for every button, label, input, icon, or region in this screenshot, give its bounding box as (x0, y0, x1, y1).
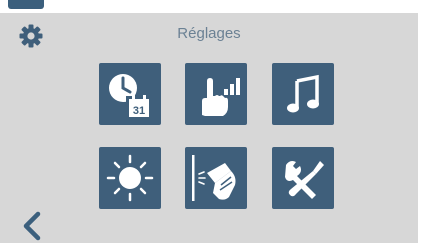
clock-calendar-icon: 31 (109, 74, 149, 117)
cleaning-tile[interactable] (185, 147, 247, 209)
music-note-icon (287, 74, 319, 113)
wrench-screwdriver-icon (285, 161, 324, 199)
top-tab (8, 0, 44, 9)
top-bar (0, 0, 422, 13)
sound-tile[interactable] (272, 63, 334, 125)
sun-icon (106, 154, 154, 202)
wipe-screen-icon (192, 155, 236, 201)
service-tools-tile[interactable] (272, 147, 334, 209)
brightness-tile[interactable] (99, 147, 161, 209)
touch-sensitivity-tile[interactable] (185, 63, 247, 125)
settings-screen: Réglages 31 (0, 13, 418, 243)
calendar-day-label: 31 (133, 105, 145, 117)
chevron-left-icon[interactable] (20, 211, 44, 241)
hand-touch-signal-icon (202, 78, 240, 116)
page-title: Réglages (177, 25, 241, 42)
date-time-tile[interactable]: 31 (99, 63, 161, 125)
